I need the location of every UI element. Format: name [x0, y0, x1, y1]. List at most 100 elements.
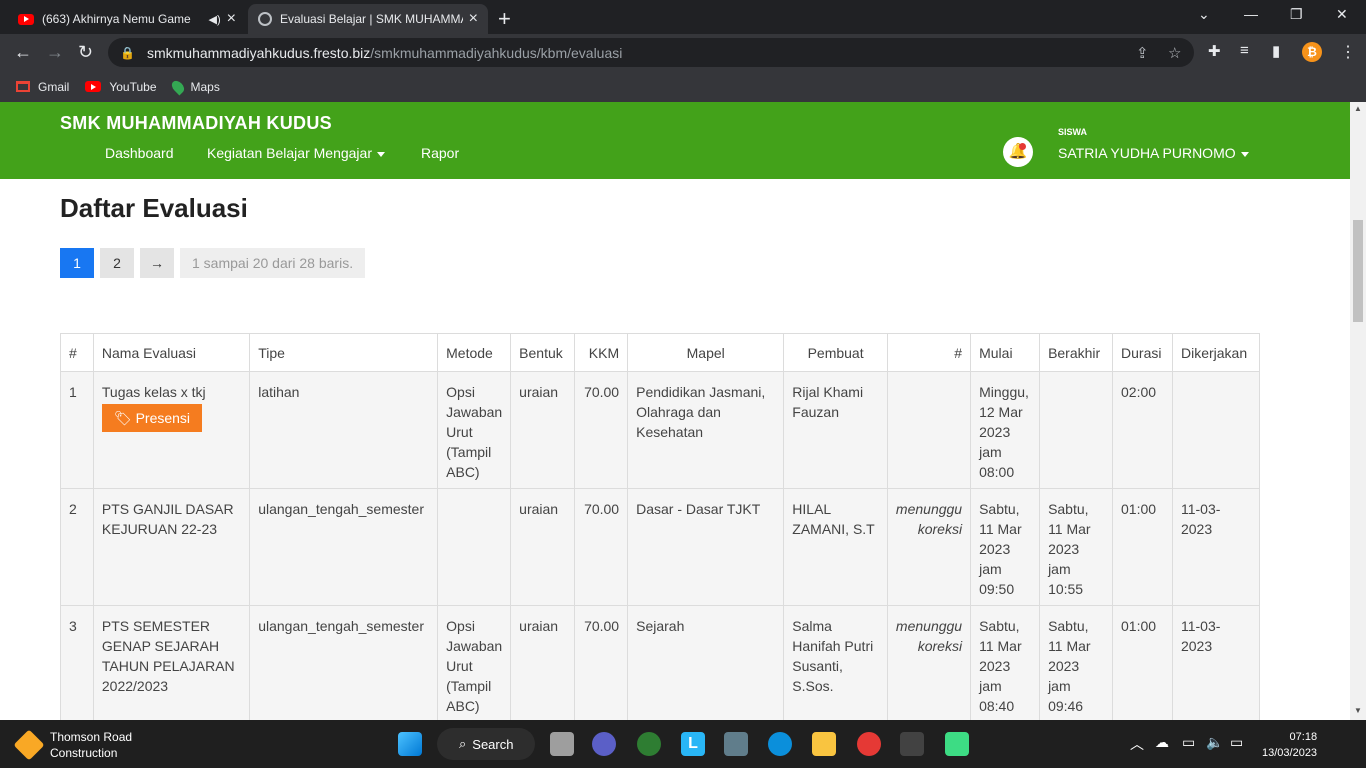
chrome-icon[interactable]: [857, 732, 881, 756]
app-globe-icon[interactable]: [637, 732, 661, 756]
page-1-button[interactable]: 1: [60, 248, 94, 278]
url-path: /smkmuhammadiyahkudus/kbm/evaluasi: [370, 44, 623, 61]
reload-icon[interactable]: ↻: [78, 42, 93, 63]
scroll-down-arrow-icon[interactable]: ▼: [1354, 706, 1362, 715]
caret-down-icon: [377, 151, 385, 157]
bookmark-label: Gmail: [38, 79, 70, 94]
site-brand[interactable]: SMK MUHAMMADIYAH KUDUS: [60, 113, 332, 134]
close-tab-icon[interactable]: ×: [227, 10, 236, 28]
bitcoin-extension-icon[interactable]: ₿: [1302, 42, 1322, 62]
extensions-puzzle-icon[interactable]: ✚: [1208, 42, 1221, 60]
page-scrollbar[interactable]: ▲ ▼: [1350, 102, 1366, 720]
scrollbar-thumb[interactable]: [1353, 220, 1363, 322]
search-label: Search: [472, 736, 514, 752]
task-view-icon[interactable]: [550, 732, 574, 756]
cell-pembuat: Rijal Khami Fauzan: [783, 371, 888, 489]
pagination: 1 2 → 1 sampai 20 dari 28 baris.: [60, 248, 366, 278]
notification-bell-icon[interactable]: 🔔: [1003, 137, 1033, 167]
cell-berakhir: [1039, 371, 1114, 489]
forward-arrow-icon[interactable]: →: [46, 42, 64, 63]
maps-pin-icon: [169, 78, 186, 95]
bookmark-label: YouTube: [109, 79, 157, 94]
cell-status: menunggu koreksi: [886, 488, 972, 606]
l-app-icon[interactable]: L: [681, 732, 705, 756]
globe-favicon-icon: [258, 12, 272, 26]
page-viewport: SMK MUHAMMADIYAH KUDUS Dashboard Kegiata…: [0, 102, 1350, 720]
chrome-menu-icon[interactable]: ⋮: [1340, 42, 1356, 62]
windows-start-icon[interactable]: [398, 732, 422, 756]
next-page-button[interactable]: →: [140, 248, 174, 278]
share-icon[interactable]: ⇪: [1136, 44, 1149, 62]
cell-no: 2: [60, 488, 94, 606]
nav-rapor[interactable]: Rapor: [421, 145, 459, 161]
file-explorer-icon[interactable]: [812, 732, 836, 756]
bookmark-star-icon[interactable]: ☆: [1168, 44, 1181, 62]
cell-bentuk: uraian: [510, 488, 576, 606]
store-icon[interactable]: [724, 732, 748, 756]
browser-tab-strip: (663) Akhirnya Nemu Game ◀) × Evaluasi B…: [0, 0, 1366, 34]
page-2-button[interactable]: 2: [100, 248, 134, 278]
minimize-button[interactable]: —: [1244, 6, 1258, 22]
tab-search-chevron-icon[interactable]: ⌄: [1198, 6, 1210, 23]
tab-title: Evaluasi Belajar | SMK MUHAMMADIYAH: [280, 12, 463, 26]
nav-dashboard[interactable]: Dashboard: [105, 145, 174, 161]
weather-widget[interactable]: Thomson Road Construction: [13, 729, 132, 761]
cell-kkm: 70.00: [574, 488, 629, 606]
tab-evaluasi[interactable]: Evaluasi Belajar | SMK MUHAMMADIYAH ×: [248, 4, 488, 34]
cell-dikerjakan: [1171, 371, 1261, 489]
youtube-favicon-icon: [18, 13, 34, 25]
browser-toolbar: ← → ↻ 🔒 smkmuhammadiyahkudus.fresto.biz …: [0, 34, 1366, 71]
close-window-button[interactable]: ✕: [1336, 6, 1348, 23]
presensi-button[interactable]: 🏷 Presensi: [101, 404, 203, 432]
cell-dikerjakan: 11-03-2023: [1171, 605, 1261, 720]
cell-mapel: Dasar - Dasar TJKT: [627, 488, 785, 606]
lock-icon[interactable]: 🔒: [120, 46, 135, 60]
display-icon[interactable]: ▭: [1182, 734, 1195, 751]
address-bar[interactable]: 🔒 smkmuhammadiyahkudus.fresto.biz /smkmu…: [108, 38, 1194, 67]
close-tab-icon[interactable]: ×: [469, 10, 478, 28]
col-header-pembuat: Pembuat: [783, 333, 888, 372]
edge-icon[interactable]: [768, 732, 792, 756]
volume-icon[interactable]: 🔈: [1206, 734, 1223, 751]
side-panel-icon[interactable]: ▮: [1272, 42, 1280, 60]
back-arrow-icon[interactable]: ←: [14, 42, 32, 63]
tab-youtube[interactable]: (663) Akhirnya Nemu Game ◀) ×: [8, 4, 246, 34]
cell-berakhir: Sabtu, 11 Mar 2023 jam 09:46: [1039, 605, 1114, 720]
cell-pembuat: Salma Hanifah Putri Susanti, S.Sos.: [783, 605, 888, 720]
user-name: SATRIA YUDHA PURNOMO: [1058, 145, 1236, 161]
restore-button[interactable]: ❐: [1290, 6, 1303, 23]
caret-down-icon: [1240, 151, 1249, 157]
speaker-icon[interactable]: ◀): [209, 13, 221, 26]
evaluasi-table: # Nama Evaluasi Tipe Metode Bentuk KKM M…: [60, 333, 1261, 720]
tab-title: (663) Akhirnya Nemu Game: [42, 12, 191, 26]
cell-metode: Opsi Jawaban Urut (Tampil ABC): [437, 605, 512, 720]
notification-dot: [1019, 143, 1026, 150]
user-role: SISWA: [1058, 127, 1088, 137]
android-icon[interactable]: [945, 732, 969, 756]
tray-chevron-icon[interactable]: ︿: [1130, 734, 1144, 754]
terminal-icon[interactable]: [900, 732, 924, 756]
col-header-berakhir: Berakhir: [1039, 333, 1114, 372]
taskbar-search[interactable]: ⌕ Search: [437, 728, 535, 760]
user-menu-dropdown[interactable]: SATRIA YUDHA PURNOMO: [1058, 145, 1249, 161]
bookmark-gmail[interactable]: Gmail: [16, 80, 69, 94]
bookmark-youtube[interactable]: YouTube: [85, 79, 157, 94]
cell-pembuat: HILAL ZAMANI, S.T: [783, 488, 888, 606]
scroll-up-arrow-icon[interactable]: ▲: [1354, 104, 1362, 113]
nav-kbm-dropdown[interactable]: Kegiatan Belajar Mengajar: [207, 145, 385, 161]
presensi-label: Presensi: [135, 410, 191, 426]
bookmark-maps[interactable]: Maps: [169, 78, 220, 95]
youtube-icon: [85, 81, 102, 92]
nav-kbm-label: Kegiatan Belajar Mengajar: [207, 145, 372, 161]
warning-icon: [13, 729, 45, 761]
battery-icon[interactable]: ▭: [1230, 734, 1243, 751]
system-clock[interactable]: 07:18 13/03/2023: [1262, 729, 1317, 761]
cloud-icon[interactable]: ☁: [1155, 734, 1169, 751]
new-tab-button[interactable]: +: [498, 6, 511, 32]
teams-chat-icon[interactable]: [592, 732, 616, 756]
col-header-dikerjakan: Dikerjakan: [1171, 333, 1261, 372]
col-header-mapel: Mapel: [627, 333, 785, 372]
media-control-icon[interactable]: ≡: [1240, 42, 1249, 59]
cell-metode: [437, 488, 512, 606]
cell-mulai: Sabtu, 11 Mar 2023 jam 09:50: [970, 488, 1041, 606]
